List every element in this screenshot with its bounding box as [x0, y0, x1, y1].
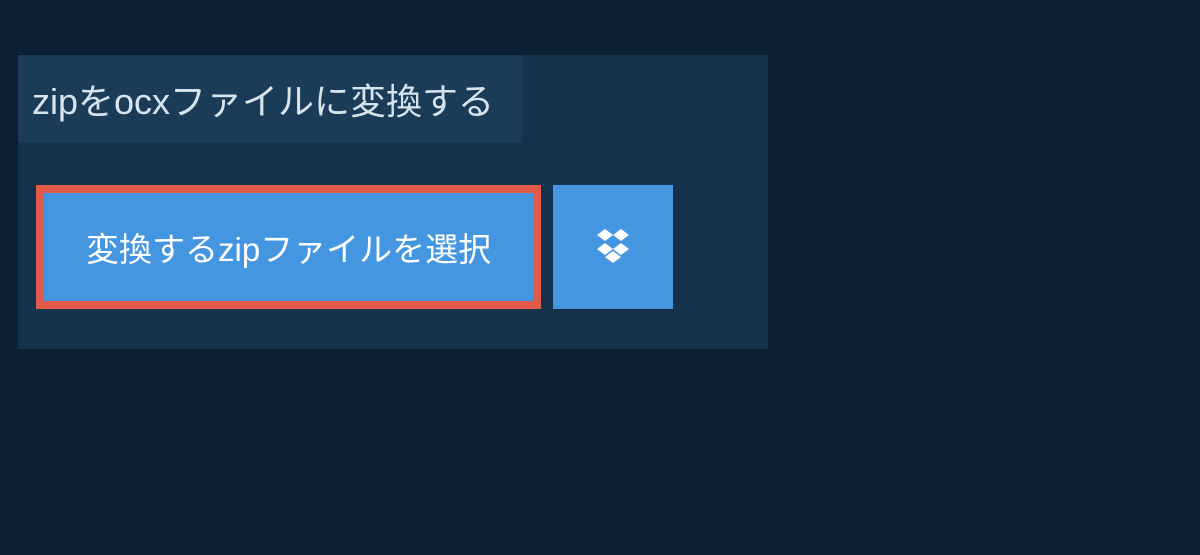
dropbox-icon	[593, 225, 633, 270]
page-title: zipをocxファイルに変換する	[32, 73, 494, 125]
action-button-row: 変換するzipファイルを選択	[36, 185, 768, 309]
heading-row: zipをocxファイルに変換する	[18, 55, 768, 143]
dropbox-button[interactable]	[553, 185, 673, 309]
converter-panel: zipをocxファイルに変換する 変換するzipファイルを選択	[18, 55, 768, 349]
select-file-button[interactable]: 変換するzipファイルを選択	[36, 185, 541, 309]
select-file-label: 変換するzipファイルを選択	[86, 223, 491, 271]
heading-container: zipをocxファイルに変換する	[18, 55, 522, 143]
